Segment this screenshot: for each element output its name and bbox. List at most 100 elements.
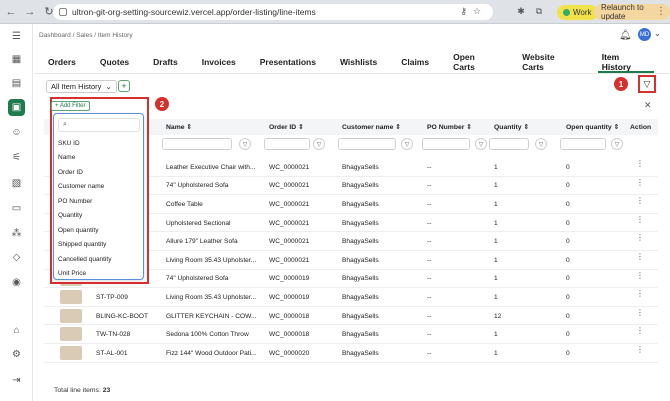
filter-option-po-number[interactable]: PO Number xyxy=(58,194,92,208)
quantity-filter-input[interactable] xyxy=(489,138,529,150)
gear-icon[interactable]: ⚙ xyxy=(8,346,25,363)
tab-presentations[interactable]: Presentations xyxy=(256,54,320,70)
customers-icon[interactable]: ☺ xyxy=(8,124,25,141)
tab-website-carts[interactable]: Website Carts xyxy=(518,52,582,72)
cell-quantity: 1 xyxy=(494,163,498,171)
po-filter-input[interactable] xyxy=(422,138,470,150)
name-filter-icon[interactable]: ▽ xyxy=(239,138,251,150)
tab-divider xyxy=(34,73,670,74)
cell-po: -- xyxy=(427,312,432,320)
cell-open-qty: 0 xyxy=(566,256,570,264)
filter-option-sku-id[interactable]: SKU ID xyxy=(58,136,80,150)
address-bar[interactable]: ultron-git-org-setting-sourcewiz.vercel.… xyxy=(53,4,493,20)
puzzle-icon[interactable]: ⧉ xyxy=(532,4,546,18)
row-actions-icon[interactable]: ⋮ xyxy=(636,290,644,298)
col-customer[interactable]: Customer name ⇕ xyxy=(342,119,401,135)
order-filter-icon[interactable]: ▽ xyxy=(313,138,325,150)
cell-name: Living Room 35.43 Upholster... xyxy=(166,256,257,264)
funnel-icon: ▽ xyxy=(643,78,651,89)
logout-icon[interactable]: ⇥ xyxy=(8,372,25,389)
table-row[interactable]: BLING-KC-BOOT GLITTER KEYCHAIN - COW... WC… xyxy=(44,307,658,326)
row-actions-icon[interactable]: ⋮ xyxy=(636,197,644,205)
tab-claims[interactable]: Claims xyxy=(397,54,433,70)
col-po[interactable]: PO Number ⇕ xyxy=(427,119,472,135)
filter-option-unit-price[interactable]: Unit Price xyxy=(58,267,86,281)
filter-option-open-quantity[interactable]: Open quantity xyxy=(58,223,98,237)
back-icon[interactable]: ← xyxy=(3,4,19,20)
tab-open-carts[interactable]: Open Carts xyxy=(449,52,502,72)
extension-icon[interactable]: ✱ xyxy=(514,4,528,18)
tab-item-history[interactable]: Item History xyxy=(597,52,655,73)
row-actions-icon[interactable]: ⋮ xyxy=(636,215,644,223)
chevron-down-icon[interactable]: ⌄ xyxy=(654,29,661,38)
order-filter-input[interactable] xyxy=(264,138,310,150)
tab-drafts[interactable]: Drafts xyxy=(149,54,182,70)
orders-icon[interactable]: ▣ xyxy=(8,99,25,116)
open-qty-filter-icon[interactable]: ▽ xyxy=(611,138,623,150)
catalog-icon[interactable]: ▤ xyxy=(8,75,25,92)
tab-quotes[interactable]: Quotes xyxy=(96,54,133,70)
table-row[interactable]: ST-TP-009 Living Room 35.43 Upholster... W… xyxy=(44,288,658,307)
avatar[interactable]: MD xyxy=(638,28,651,41)
forward-icon[interactable]: → xyxy=(22,4,38,20)
view-select[interactable]: All Item History ⌄ xyxy=(46,80,117,93)
store-icon[interactable]: ⌂ xyxy=(8,322,25,339)
browser-menu-icon[interactable]: ⋮ xyxy=(656,6,666,17)
col-name[interactable]: Name ⇕ xyxy=(166,119,192,135)
row-actions-icon[interactable]: ⋮ xyxy=(636,160,644,168)
row-actions-icon[interactable]: ⋮ xyxy=(636,271,644,279)
cell-open-qty: 0 xyxy=(566,163,570,171)
callout-1: 1 xyxy=(614,77,628,91)
filter-option-quantity[interactable]: Quantity xyxy=(58,209,82,223)
tag-icon[interactable]: ◇ xyxy=(8,249,25,266)
filter-option-name[interactable]: Name xyxy=(58,151,75,165)
row-actions-icon[interactable]: ⋮ xyxy=(636,253,644,261)
menu-icon[interactable]: ☰ xyxy=(8,28,25,45)
tab-wishlists[interactable]: Wishlists xyxy=(336,54,381,70)
filter-button[interactable]: ▽ xyxy=(638,75,656,93)
add-filter-button[interactable]: + Add Filter xyxy=(51,101,90,111)
customer-filter-input[interactable] xyxy=(338,138,396,150)
name-filter-input[interactable] xyxy=(162,138,232,150)
filter-option-customer-name[interactable]: Customer name xyxy=(58,180,104,194)
reports-icon[interactable]: ▧ xyxy=(8,175,25,192)
network-icon[interactable]: ⁂ xyxy=(8,225,25,242)
row-actions-icon[interactable]: ⋮ xyxy=(636,308,644,316)
col-action: Action xyxy=(630,123,652,131)
star-icon[interactable]: ☆ xyxy=(473,6,487,16)
table-row[interactable]: ST-AL-001 Fizz 144" Wood Outdoor Pati... W… xyxy=(44,344,658,363)
table-row[interactable]: TW-TN-028 Sedona 100% Cotton Throw WC_0000… xyxy=(44,325,658,344)
cell-customer: BhagyaSells xyxy=(342,293,379,301)
open-qty-filter-input[interactable] xyxy=(560,138,606,150)
dashboard-icon[interactable]: ▦ xyxy=(8,51,25,68)
key-icon[interactable]: ⚷ xyxy=(460,6,473,16)
filter-option-shipped-quantity[interactable]: Shipped quantity xyxy=(58,238,106,252)
po-filter-icon[interactable]: ▽ xyxy=(475,138,487,150)
folder-icon[interactable]: ▭ xyxy=(8,200,25,217)
row-actions-icon[interactable]: ⋮ xyxy=(636,346,644,354)
settings-sliders-icon[interactable]: ⚟ xyxy=(8,149,25,166)
profile-chip[interactable]: Work xyxy=(557,5,598,20)
row-actions-icon[interactable]: ⋮ xyxy=(636,178,644,186)
filter-option-order-id[interactable]: Order ID xyxy=(58,165,83,179)
filter-option-cancelled-quantity[interactable]: Cancelled quantity xyxy=(58,252,111,266)
product-thumbnail xyxy=(60,308,82,323)
row-actions-icon[interactable]: ⋮ xyxy=(636,327,644,335)
tab-orders[interactable]: Orders xyxy=(44,54,80,70)
close-icon[interactable]: ✕ xyxy=(644,100,652,111)
quantity-filter-icon[interactable]: ▽ xyxy=(535,138,547,150)
customer-filter-icon[interactable]: ▽ xyxy=(401,138,413,150)
bell-icon[interactable]: 🔔︎ xyxy=(619,30,632,41)
col-quantity[interactable]: Quantity ⇕ xyxy=(494,119,529,135)
col-order-id[interactable]: Order ID ⇕ xyxy=(269,119,304,135)
chevron-down-icon: ⌄ xyxy=(105,82,112,91)
filter-search-input[interactable]: ⌕ xyxy=(58,118,140,132)
cell-po: -- xyxy=(427,238,432,246)
cell-customer: BhagyaSells xyxy=(342,312,379,320)
col-open-qty[interactable]: Open quantity ⇕ xyxy=(566,119,619,135)
row-actions-icon[interactable]: ⋮ xyxy=(636,234,644,242)
add-view-button[interactable]: + xyxy=(118,80,130,92)
site-info-icon[interactable] xyxy=(59,8,67,16)
camera-icon[interactable]: ◉ xyxy=(8,274,25,291)
tab-invoices[interactable]: Invoices xyxy=(198,54,240,70)
